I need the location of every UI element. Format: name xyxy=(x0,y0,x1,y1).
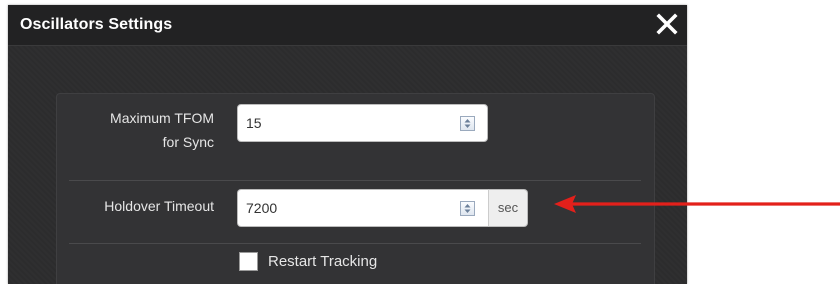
max-tfom-spinner[interactable] xyxy=(460,116,475,131)
row-divider xyxy=(69,243,641,244)
max-tfom-label: Maximum TFOM for Sync xyxy=(69,106,214,154)
holdover-timeout-input[interactable]: 7200 xyxy=(237,189,488,227)
close-icon xyxy=(656,13,678,35)
restart-tracking-label: Restart Tracking xyxy=(268,253,378,270)
max-tfom-label-line1: Maximum TFOM xyxy=(110,110,214,126)
close-button[interactable] xyxy=(655,11,679,37)
holdover-timeout-spinner[interactable] xyxy=(460,201,475,216)
dialog-body: Maximum TFOM for Sync 15 Holdover Timeou… xyxy=(8,46,687,284)
holdover-unit-addon: sec xyxy=(488,189,528,227)
dialog-title: Oscillators Settings xyxy=(20,16,173,33)
max-tfom-label-line2: for Sync xyxy=(162,134,214,150)
dialog-titlebar: Oscillators Settings xyxy=(8,5,687,46)
holdover-timeout-value: 7200 xyxy=(246,200,278,216)
restart-tracking-checkbox[interactable] xyxy=(239,252,258,271)
screenshot-canvas: Oscillators Settings Maximum TFOM for Sy… xyxy=(0,0,840,284)
oscillators-settings-dialog: Oscillators Settings Maximum TFOM for Sy… xyxy=(8,5,687,284)
holdover-timeout-label: Holdover Timeout xyxy=(104,198,214,214)
spinner-arrows-icon xyxy=(464,204,471,213)
red-arrow-icon xyxy=(554,195,840,213)
max-tfom-input[interactable]: 15 xyxy=(237,104,488,142)
spinner-arrows-icon xyxy=(464,119,471,128)
row-divider xyxy=(69,180,641,181)
max-tfom-value: 15 xyxy=(246,115,262,131)
settings-panel: Maximum TFOM for Sync 15 Holdover Timeou… xyxy=(56,93,655,284)
